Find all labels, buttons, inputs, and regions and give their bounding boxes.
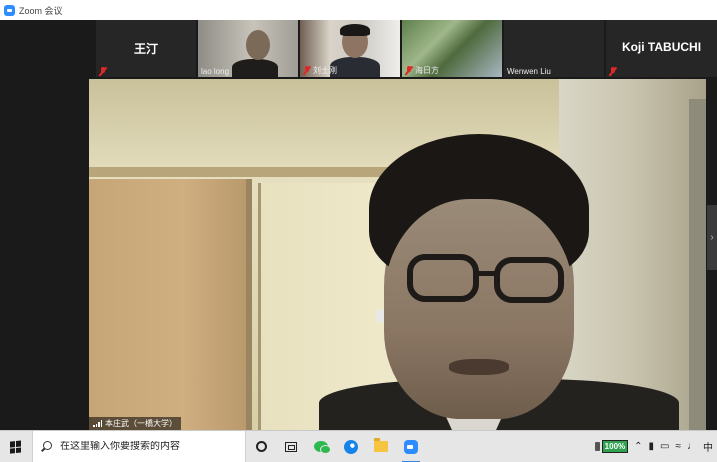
microphone-icon[interactable]: ▮ — [649, 441, 655, 452]
participant-tile-hai-rifang[interactable]: 海日方 — [402, 20, 502, 77]
participant-caption: 刘士刚 — [313, 66, 337, 75]
wifi-icon[interactable]: ≈ — [676, 441, 682, 452]
participant-caption: Wenwen Liu — [507, 67, 551, 76]
power-plug-icon — [594, 442, 600, 451]
participant-name: Koji TABUCHI — [621, 40, 702, 54]
chevron-up-icon[interactable]: ⌃ — [634, 441, 642, 452]
participant-video-body — [232, 59, 278, 77]
wechat-icon — [314, 441, 331, 454]
mic-muted-icon — [405, 66, 413, 75]
task-view-button[interactable] — [276, 431, 306, 462]
speaker-face-lower — [384, 199, 574, 419]
cortana-icon — [255, 441, 267, 452]
active-speaker-caption: 本庄武（一橋大学） — [89, 417, 181, 430]
zoom-window: Zoom 会议 王汀 lao long 刘士刚 海日方 Wenwen Liu K… — [0, 0, 717, 462]
participant-video-hair — [340, 24, 370, 36]
tile-caption: Wenwen Liu — [507, 67, 551, 76]
zoom-logo-icon — [4, 4, 15, 16]
edge-icon — [344, 439, 358, 454]
edge-taskbar-button[interactable] — [336, 431, 366, 462]
battery-indicator[interactable]: 100% — [594, 440, 629, 453]
volume-icon[interactable]: ♩ — [687, 441, 697, 452]
taskbar-search[interactable] — [32, 430, 246, 462]
participant-tile-koji-tabuchi[interactable]: Koji TABUCHI — [606, 20, 717, 77]
windows-logo-icon — [10, 439, 22, 454]
mic-muted-icon — [99, 67, 107, 76]
file-explorer-taskbar-button[interactable] — [366, 431, 396, 462]
tile-caption — [609, 67, 617, 76]
participant-tile-lao-long[interactable]: lao long — [198, 20, 298, 77]
system-tray: 100% ⌃ ▮ ▭ ≈ ♩ 中 — [594, 431, 717, 462]
video-background-wood-door — [89, 179, 252, 430]
connection-signal-icon — [93, 420, 102, 427]
meeting-area: 王汀 lao long 刘士刚 海日方 Wenwen Liu Koji TABU… — [0, 20, 717, 430]
cortana-button[interactable] — [246, 431, 276, 462]
participant-video-head — [246, 30, 270, 60]
next-page-arrow-icon[interactable]: › — [707, 205, 717, 270]
mic-muted-icon — [609, 67, 617, 76]
participant-caption: lao long — [201, 67, 230, 76]
title-bar: Zoom 会议 — [0, 0, 717, 20]
participant-caption: 海日方 — [415, 66, 439, 75]
speaker-glasses-right — [494, 257, 564, 303]
video-background-beam — [89, 167, 429, 177]
window-title: Zoom 会议 — [19, 5, 63, 16]
tile-caption: 刘士刚 — [303, 65, 337, 76]
display-icon[interactable]: ▭ — [660, 441, 669, 452]
video-background-door-frame — [689, 99, 706, 430]
task-view-icon — [285, 441, 297, 452]
search-icon — [41, 441, 52, 452]
active-speaker-name: 本庄武（一橋大学） — [105, 419, 177, 428]
participant-tile-wang-ting[interactable]: 王汀 — [96, 20, 196, 77]
taskbar-search-input[interactable] — [60, 441, 240, 452]
zoom-taskbar-button[interactable] — [396, 431, 426, 462]
tile-caption: lao long — [201, 67, 229, 76]
participant-video-body — [330, 57, 380, 77]
speaker-glasses-left — [407, 254, 479, 302]
speaker-glasses-bridge — [478, 271, 496, 276]
wechat-taskbar-button[interactable] — [306, 431, 336, 462]
participant-tile-liu-shigang[interactable]: 刘士刚 — [300, 20, 400, 77]
speaker-mouth — [449, 359, 509, 375]
active-speaker-video[interactable]: 本庄武（一橋大学） — [89, 79, 706, 430]
battery-percent: 100% — [601, 440, 629, 453]
zoom-icon — [404, 439, 418, 454]
speaker-earbud — [376, 309, 384, 323]
input-method-indicator[interactable]: 中 — [703, 439, 713, 454]
file-explorer-icon — [374, 438, 388, 452]
tile-caption — [99, 67, 107, 76]
mic-muted-icon — [303, 66, 311, 75]
tile-caption: 海日方 — [405, 65, 439, 76]
participant-name: 王汀 — [133, 42, 158, 56]
start-button[interactable] — [0, 431, 32, 462]
windows-taskbar: 100% ⌃ ▮ ▭ ≈ ♩ 中 — [0, 430, 717, 462]
participant-tile-wenwen-liu[interactable]: Wenwen Liu — [504, 20, 604, 77]
